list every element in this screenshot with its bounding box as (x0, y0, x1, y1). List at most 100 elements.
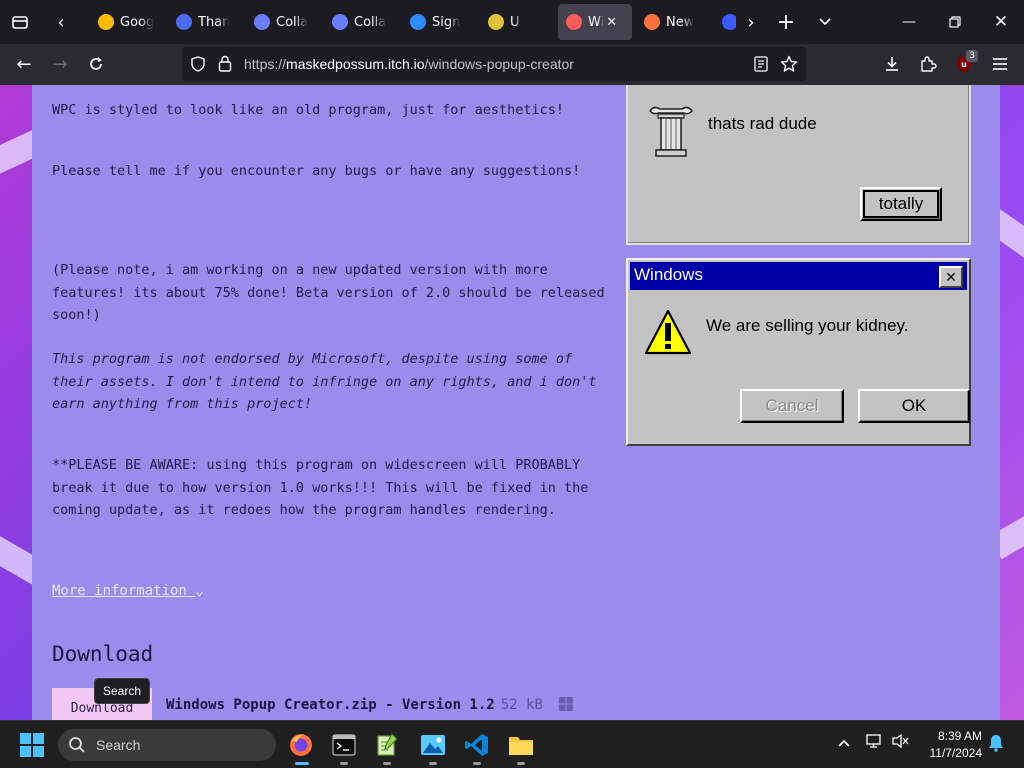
browser-tab[interactable]: Goog (90, 4, 164, 40)
web-page: WPC is styled to look like an old progra… (0, 85, 1024, 720)
plus-icon: + (776, 9, 796, 35)
ublock-extension-button[interactable]: u 3 (948, 48, 980, 80)
browser-tab[interactable]: Sign (402, 4, 476, 40)
chatgpt-favicon-icon (488, 14, 504, 30)
itchio-favicon-icon (566, 14, 582, 30)
taskbar-clock[interactable]: 8:39 AM 11/7/2024 (912, 728, 983, 762)
url-path: /windows-popup-creator (424, 56, 574, 72)
tab-title: Wi (588, 14, 605, 30)
new-tab-button[interactable]: + (771, 6, 801, 38)
lock-icon[interactable] (218, 55, 232, 72)
close-window-button[interactable]: ✕ (978, 0, 1024, 44)
browser-tab[interactable]: U (480, 4, 554, 40)
tab-title: U (510, 14, 520, 30)
close-tab-icon[interactable]: ✕ (606, 15, 617, 30)
taskbar-vscode[interactable] (459, 727, 495, 765)
arrow-left-icon: ← (16, 53, 32, 75)
url-text[interactable]: https://maskedpossum.itch.io/windows-pop… (244, 56, 574, 72)
search-favicon-icon (254, 14, 270, 30)
tab-title: Goog (120, 14, 155, 30)
folder-icon (509, 737, 533, 755)
windows-logo-icon (20, 733, 44, 757)
list-all-tabs-button[interactable] (810, 6, 840, 38)
bookmark-star-icon[interactable] (780, 55, 798, 73)
description-paragraph: (Please note, i am working on a new upda… (52, 262, 605, 323)
back-button[interactable]: ← (8, 48, 40, 80)
windows-taskbar: Search 8:39 AM 11/7/2024 (0, 720, 1024, 768)
tab-title: Than (198, 14, 231, 30)
chevron-down-icon (819, 18, 831, 26)
bell-icon (989, 735, 1003, 752)
more-information-link[interactable]: More information ⌄ (52, 583, 204, 599)
url-host: maskedpossum.itch.io (286, 56, 425, 72)
url-bar[interactable]: https://maskedpossum.itch.io/windows-pop… (182, 47, 806, 81)
close-icon: ✕ (945, 268, 957, 285)
dialog-close-button[interactable]: ✕ (939, 266, 963, 288)
more-information-label: More information (52, 583, 187, 599)
warning-paragraph: **PLEASE BE AWARE: using this program on… (52, 457, 589, 518)
start-button[interactable] (14, 727, 50, 763)
taskbar-photos[interactable] (415, 727, 451, 765)
browser-tab[interactable]: Colla (246, 4, 320, 40)
taskbar-firefox[interactable] (283, 727, 319, 765)
puzzle-icon (921, 56, 937, 72)
shield-icon[interactable] (190, 56, 206, 72)
download-file-row: Windows Popup Creator.zip - Version 1.2 5… (166, 697, 574, 713)
browser-tab[interactable]: New (636, 4, 710, 40)
network-icon (866, 734, 881, 748)
volume-button[interactable] (892, 733, 910, 753)
taskbar-terminal[interactable] (326, 727, 362, 765)
vscode-favicon-icon (722, 14, 736, 30)
tabs-scroll-right-button[interactable]: › (736, 6, 766, 38)
tab-title: Sign (432, 14, 461, 30)
running-indicator (383, 762, 391, 765)
taskbar-search-box[interactable]: Search (58, 729, 276, 761)
browser-tab[interactable]: Colla (324, 4, 398, 40)
cancel-button[interactable]: Cancel (740, 389, 844, 423)
firefox-view-icon (12, 16, 28, 29)
windows-platform-icon (559, 697, 574, 711)
firefox-favicon-icon (644, 14, 660, 30)
running-indicator (517, 762, 525, 765)
tabs-scroll-left-button[interactable]: ‹ (46, 6, 76, 38)
dialog-message: thats rad dude (708, 114, 817, 133)
browser-tab[interactable]: Than (168, 4, 242, 40)
description-paragraph: WPC is styled to look like an old progra… (52, 102, 565, 118)
warning-icon (644, 309, 692, 355)
browser-tab[interactable]: Wi ✕ (558, 4, 632, 40)
file-size: 52 kB (500, 697, 543, 713)
search-placeholder: Search (96, 737, 141, 753)
taskbar-notepad-plus[interactable] (369, 727, 405, 765)
notifications-button[interactable] (988, 734, 1004, 756)
browser-tab[interactable]: V (714, 4, 736, 40)
chevron-down-icon: ⌄ (195, 583, 204, 599)
description-paragraph: Please tell me if you encounter any bugs… (52, 163, 581, 179)
forward-button[interactable]: → (44, 48, 76, 80)
extensions-button[interactable] (912, 48, 944, 80)
hamburger-menu-icon (993, 58, 1007, 70)
taskbar-file-explorer[interactable] (503, 727, 539, 765)
firefox-view-button[interactable] (4, 6, 36, 38)
downloads-button[interactable] (876, 48, 908, 80)
dialog-message: We are selling your kidney. (706, 316, 909, 335)
photos-icon (421, 735, 445, 755)
reader-view-icon[interactable] (754, 56, 768, 72)
url-prefix: https:// (244, 56, 287, 72)
reload-button[interactable] (80, 48, 112, 80)
app-menu-button[interactable] (984, 48, 1016, 80)
show-hidden-icons-button[interactable] (838, 733, 850, 751)
minimize-button[interactable]: — (886, 0, 932, 44)
reload-icon (90, 57, 102, 70)
ok-button[interactable]: OK (858, 389, 970, 423)
tab-list: Goog Than Colla Colla Sign U Wi✕ New V (90, 4, 736, 40)
arrow-right-icon: → (52, 53, 68, 75)
restore-button[interactable] (932, 0, 978, 44)
navigation-toolbar: ← → https://maskedpossum.itch.io/windows… (0, 44, 1024, 85)
network-status-button[interactable] (866, 733, 884, 753)
file-name: Windows Popup Creator.zip - Version 1.2 (166, 697, 495, 713)
column-pillar-icon (649, 106, 693, 157)
dialog-title-bar: Windows ✕ (630, 262, 967, 290)
totally-button[interactable]: totally (860, 187, 942, 221)
gmail-favicon-icon (176, 14, 192, 30)
clock-time: 8:39 AM (937, 729, 982, 743)
